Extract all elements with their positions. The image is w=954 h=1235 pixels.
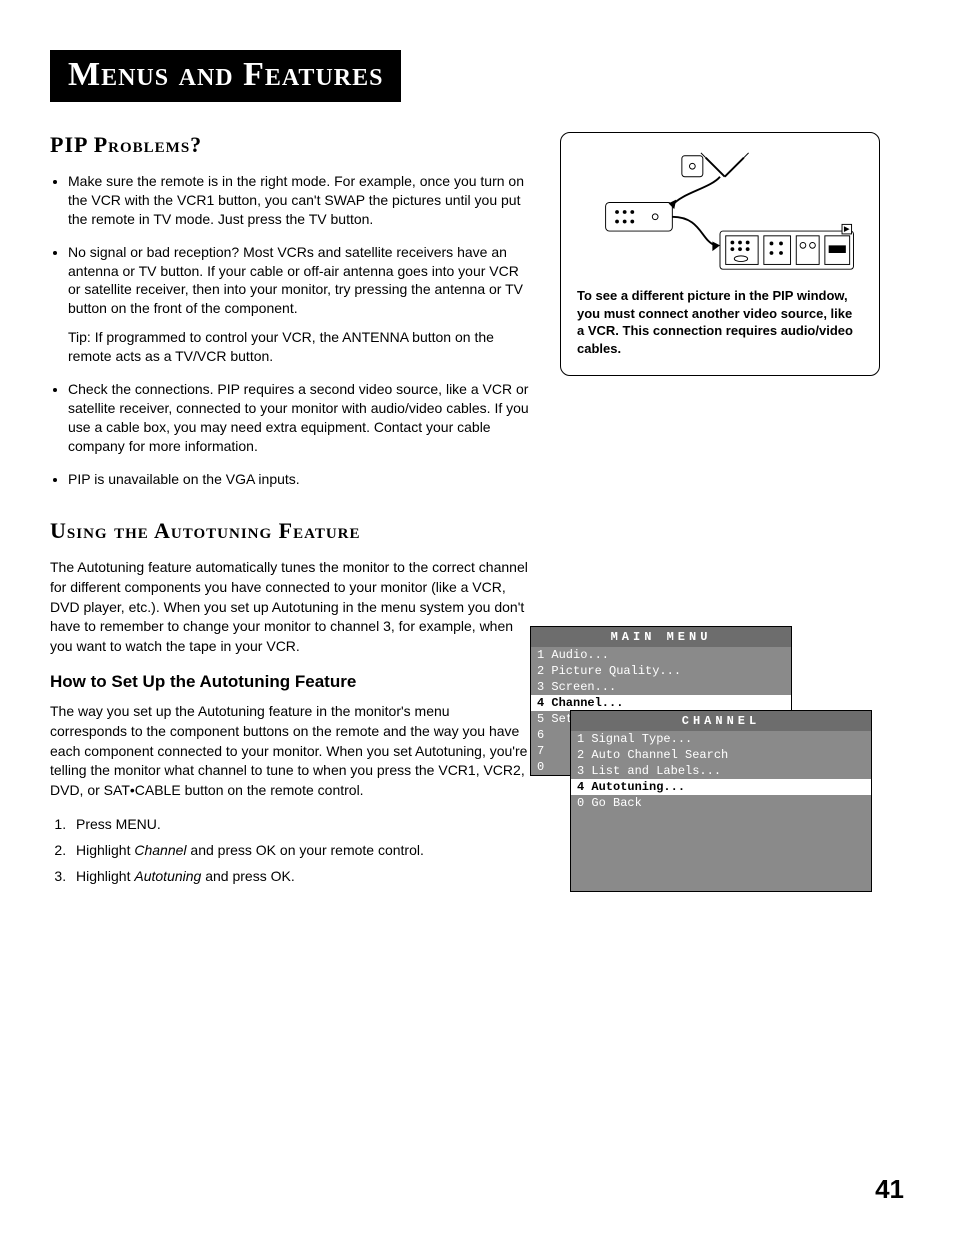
section-pip-title: PIP Problems? (50, 132, 530, 158)
step-item: Highlight Channel and press OK on your r… (70, 842, 530, 858)
chapter-title: Menus and Features (50, 50, 401, 102)
connection-diagram (577, 147, 863, 277)
main-menu-title: MAIN MENU (531, 627, 791, 647)
step-text: Highlight (76, 842, 134, 858)
pip-bullet: PIP is unavailable on the VGA inputs. (68, 470, 530, 489)
main-menu-row: 2 Picture Quality... (531, 663, 791, 679)
pip-bullet: Check the connections. PIP requires a se… (68, 380, 530, 456)
step-emphasis: Autotuning (134, 868, 201, 884)
pip-bullet-list: Make sure the remote is in the right mod… (50, 172, 530, 488)
left-column: PIP Problems? Make sure the remote is in… (50, 132, 530, 894)
channel-menu-box: CHANNEL 1 Signal Type...2 Auto Channel S… (570, 710, 872, 892)
menu-screenshot: MAIN MENU 1 Audio...2 Picture Quality...… (530, 626, 890, 776)
pip-sidebar-box: To see a different picture in the PIP wi… (560, 132, 880, 376)
channel-menu-row: 4 Autotuning... (571, 779, 871, 795)
pip-bullet: Make sure the remote is in the right mod… (68, 172, 530, 229)
channel-menu-row: 2 Auto Channel Search (571, 747, 871, 763)
step-text: and press OK on your remote control. (187, 842, 424, 858)
page-number: 41 (875, 1174, 904, 1205)
main-menu-row: 1 Audio... (531, 647, 791, 663)
section-autotune-title: Using the Autotuning Feature (50, 518, 530, 544)
channel-menu-row: 0 Go Back (571, 795, 871, 811)
main-menu-row: 3 Screen... (531, 679, 791, 695)
step-text: and press OK. (201, 868, 294, 884)
autotune-sub-para: The way you set up the Autotuning featur… (50, 702, 530, 800)
channel-menu-title: CHANNEL (571, 711, 871, 731)
pip-bullet-text: No signal or bad reception? Most VCRs an… (68, 244, 523, 317)
channel-menu-row: 1 Signal Type... (571, 731, 871, 747)
autotune-sub-title: How to Set Up the Autotuning Feature (50, 672, 530, 692)
channel-menu-row: 3 List and Labels... (571, 763, 871, 779)
autotune-steps: Press MENU. Highlight Channel and press … (50, 816, 530, 884)
right-column: To see a different picture in the PIP wi… (560, 132, 880, 894)
step-text: Highlight (76, 868, 134, 884)
step-item: Highlight Autotuning and press OK. (70, 868, 530, 884)
autotune-intro: The Autotuning feature automatically tun… (50, 558, 530, 656)
step-item: Press MENU. (70, 816, 530, 832)
sidebox-caption: To see a different picture in the PIP wi… (577, 287, 863, 357)
main-menu-row: 4 Channel... (531, 695, 791, 711)
step-emphasis: Channel (134, 842, 186, 858)
pip-tip: Tip: If programmed to control your VCR, … (68, 328, 530, 366)
pip-bullet: No signal or bad reception? Most VCRs an… (68, 243, 530, 366)
